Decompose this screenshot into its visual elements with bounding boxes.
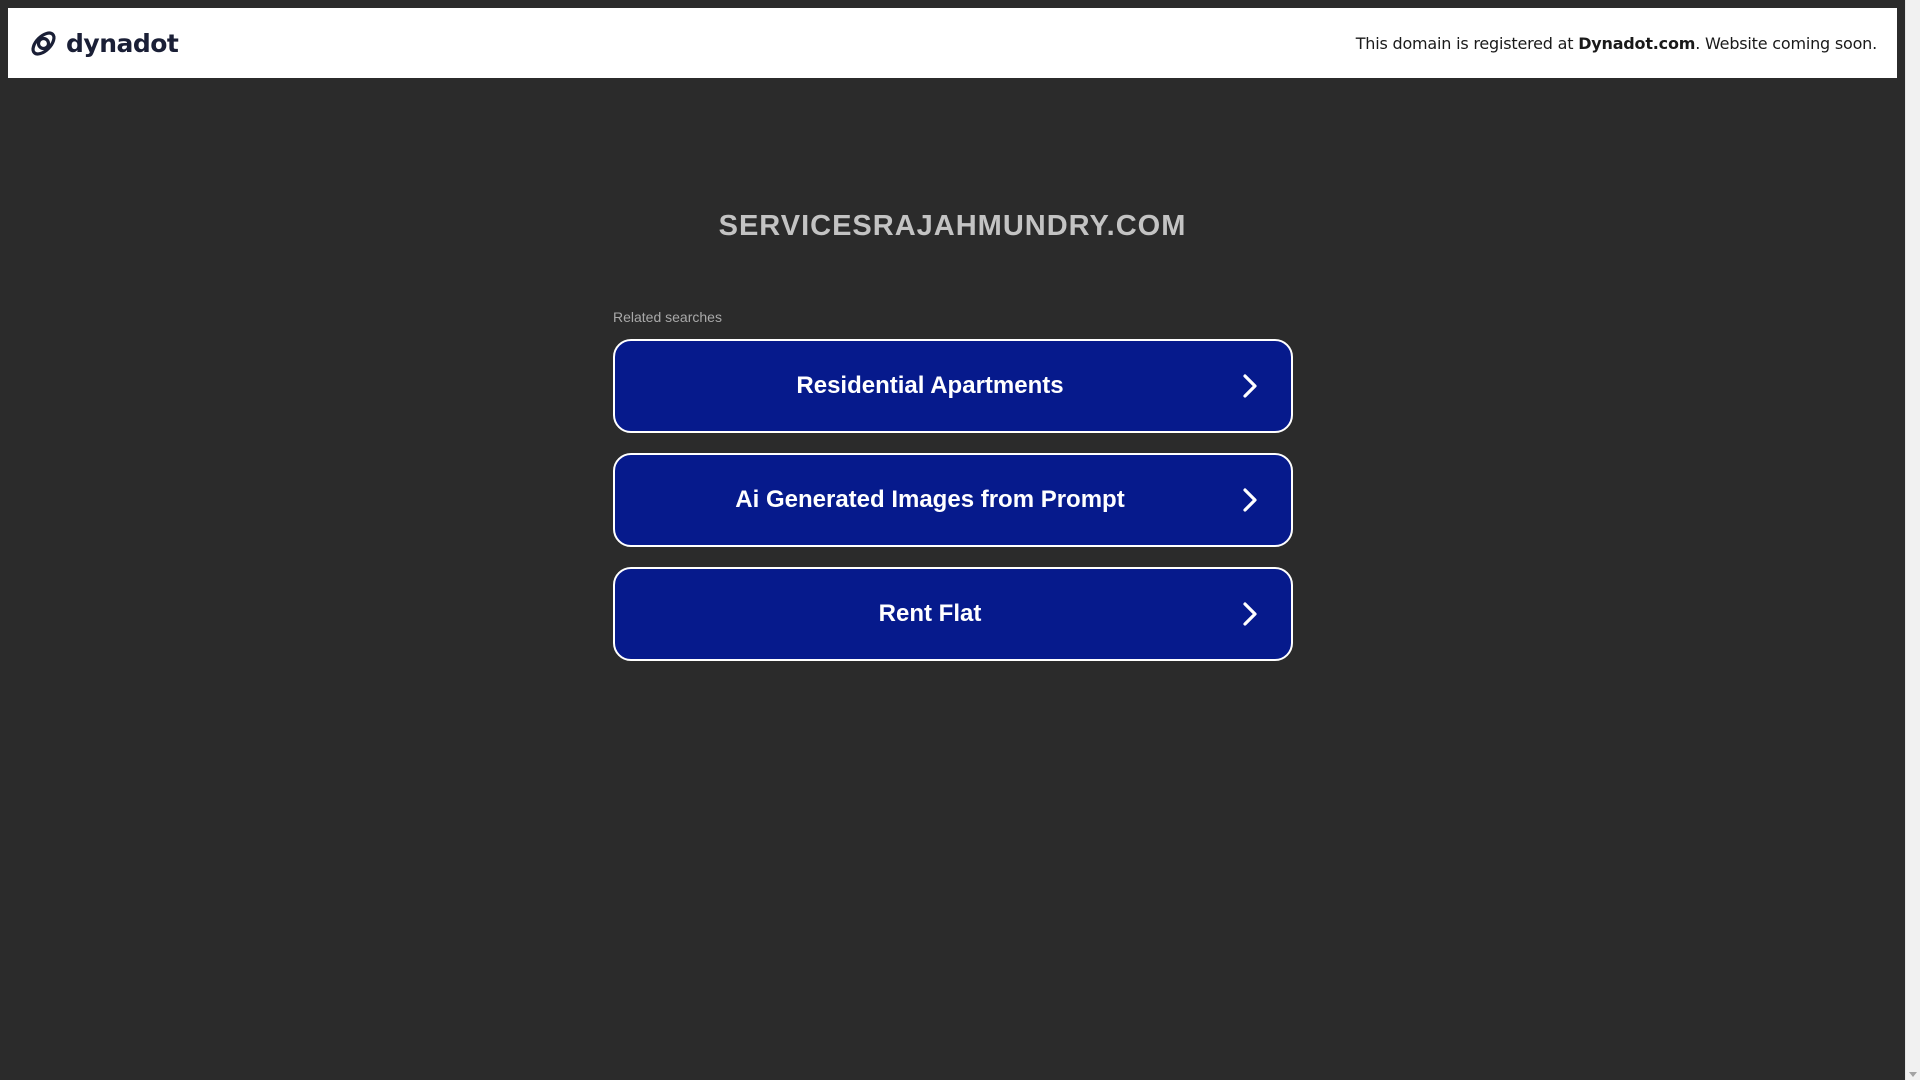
- notice-prefix: This domain is registered at: [1355, 33, 1579, 53]
- related-searches: Related searches Residential Apartments …: [613, 309, 1293, 681]
- registrar-name: Dynadot.com: [1578, 33, 1696, 53]
- chevron-right-icon: [1239, 373, 1261, 399]
- related-search-label: Rent Flat: [878, 600, 982, 627]
- vertical-scrollbar[interactable]: [1905, 0, 1920, 1080]
- notice-suffix: . Website coming soon.: [1695, 33, 1877, 53]
- dynadot-logo-icon: [27, 27, 60, 60]
- related-search-link-rent-flat[interactable]: Rent Flat: [613, 567, 1293, 661]
- related-search-label: Ai Generated Images from Prompt: [735, 486, 1125, 513]
- dynadot-logo-link[interactable]: dynadot: [27, 27, 179, 60]
- related-searches-label: Related searches: [613, 309, 722, 325]
- chevron-right-icon: [1239, 601, 1261, 627]
- domain-title: SERVICESRAJAHMUNDRY.COM: [718, 210, 1187, 242]
- scroll-down-arrow-icon[interactable]: [1909, 1072, 1917, 1077]
- chevron-right-icon: [1239, 487, 1261, 513]
- top-banner: dynadot This domain is registered at Dyn…: [8, 8, 1897, 78]
- registration-notice: This domain is registered at Dynadot.com…: [1356, 34, 1877, 53]
- brand-name: dynadot: [66, 28, 179, 58]
- related-search-link-ai-generated-images[interactable]: Ai Generated Images from Prompt: [613, 453, 1293, 547]
- related-search-link-residential-apartments[interactable]: Residential Apartments: [613, 339, 1293, 433]
- page: dynadot This domain is registered at Dyn…: [0, 0, 1920, 1080]
- related-search-label: Residential Apartments: [796, 372, 1064, 399]
